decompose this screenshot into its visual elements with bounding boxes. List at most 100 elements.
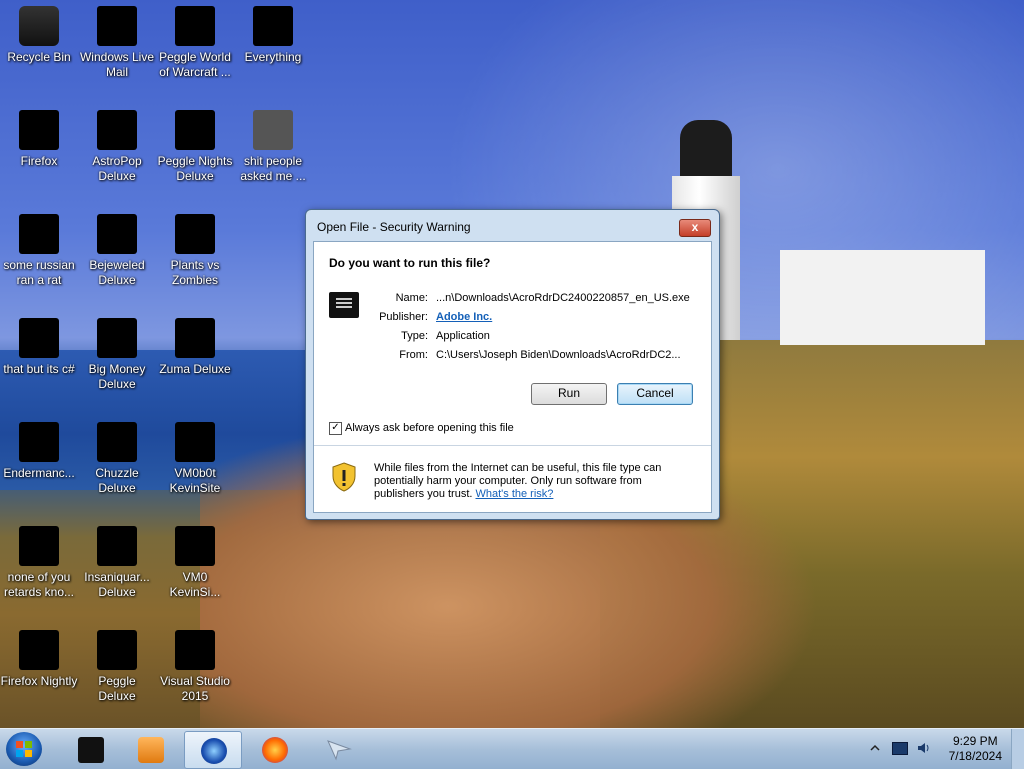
- paper-plane-icon: [327, 740, 352, 761]
- desktop-icon-peggle-deluxe[interactable]: Peggle Deluxe: [78, 624, 156, 704]
- lighthouse-lantern: [680, 120, 732, 180]
- game-icon: [97, 318, 137, 358]
- desktop-icon-label: Chuzzle Deluxe: [95, 466, 139, 495]
- always-ask-checkbox[interactable]: ✓: [329, 422, 342, 435]
- warning-message: While files from the Internet can be use…: [374, 462, 694, 501]
- desktop-icon-label: Recycle Bin: [7, 50, 71, 64]
- search-app-icon: [253, 6, 293, 46]
- desktop-icon-none-of-you[interactable]: none of you retards kno...: [0, 520, 78, 600]
- game-icon: [175, 318, 215, 358]
- desktop-icon-big-money[interactable]: Big Money Deluxe: [78, 312, 156, 392]
- name-label: Name:: [395, 292, 428, 304]
- mail-icon: [97, 6, 137, 46]
- desktop-icon-windows-live-mail[interactable]: Windows Live Mail: [78, 0, 156, 80]
- desktop-icon-label: Insaniquar... Deluxe: [84, 570, 150, 599]
- desktop-icon-firefox-nightly[interactable]: Firefox Nightly: [0, 624, 78, 689]
- desktop-icon-label: Windows Live Mail: [79, 50, 155, 79]
- dialog-body: Do you want to run this file? Name: ...n…: [313, 241, 712, 513]
- dialog-question: Do you want to run this file?: [329, 256, 491, 270]
- whats-the-risk-link[interactable]: What's the risk?: [476, 488, 554, 500]
- shield-warning-icon: [332, 462, 356, 492]
- desktop-icon-label: Peggle Nights Deluxe: [157, 154, 233, 183]
- game-icon: [97, 526, 137, 566]
- desktop-icon-label: VM0b0t KevinSite: [169, 466, 221, 495]
- dialog-separator: [314, 445, 711, 446]
- speaker-icon[interactable]: [916, 740, 932, 756]
- desktop-icon-that-but-c[interactable]: that but its c#: [0, 312, 78, 377]
- desktop-icon-label: Visual Studio 2015: [160, 674, 230, 703]
- peggle-icon: [175, 6, 215, 46]
- desktop-icon-label: Bejeweled Deluxe: [89, 258, 145, 287]
- publisher-link[interactable]: Adobe Inc.: [436, 311, 492, 323]
- taskbar-app-pointer[interactable]: [310, 731, 366, 767]
- desktop-icon-label: Peggle Deluxe: [98, 674, 136, 703]
- file-icon: [253, 110, 293, 150]
- show-desktop-button[interactable]: [1011, 729, 1024, 769]
- from-label: From:: [399, 349, 428, 361]
- clock-date: 7/18/2024: [948, 749, 1002, 763]
- close-button[interactable]: x: [679, 219, 711, 237]
- desktop-icon-label: Firefox: [20, 154, 58, 168]
- network-icon[interactable]: [892, 742, 908, 755]
- wallpaper-house: [780, 250, 985, 345]
- firefox-nightly-icon: [19, 630, 59, 670]
- desktop-icon-label: Endermanc...: [3, 466, 75, 480]
- terminal-icon: [78, 737, 104, 763]
- desktop-icon-vm0b0t[interactable]: VM0b0t KevinSite: [156, 416, 234, 496]
- desktop-icon-recycle-bin[interactable]: Recycle Bin: [0, 0, 78, 65]
- firefox-icon: [262, 737, 288, 763]
- security-warning-dialog: Open File - Security Warning x Do you wa…: [305, 209, 720, 520]
- taskbar: 9:29 PM 7/18/2024: [0, 728, 1024, 769]
- app-icon: [175, 422, 215, 462]
- run-button[interactable]: Run: [531, 383, 607, 405]
- desktop-icon-firefox[interactable]: Firefox: [0, 104, 78, 169]
- game-icon: [97, 422, 137, 462]
- desktop-icon-endermanc[interactable]: Endermanc...: [0, 416, 78, 481]
- desktop-icon-astropop[interactable]: AstroPop Deluxe: [78, 104, 156, 184]
- game-icon: [97, 214, 137, 254]
- app-icon: [19, 526, 59, 566]
- desktop-icon-peggle-wow[interactable]: Peggle World of Warcraft ...: [156, 0, 234, 80]
- desktop-icon-visual-studio[interactable]: Visual Studio 2015: [156, 624, 234, 704]
- taskbar-app-firefox[interactable]: [246, 731, 302, 767]
- app-icon: [19, 214, 59, 254]
- type-label: Type:: [401, 330, 428, 342]
- desktop-icon-chuzzle[interactable]: Chuzzle Deluxe: [78, 416, 156, 496]
- taskbar-app-media-player[interactable]: [122, 731, 178, 767]
- firefox-nightly-icon: [201, 738, 227, 764]
- desktop-icon-peggle-nights[interactable]: Peggle Nights Deluxe: [156, 104, 234, 184]
- desktop-icon-label: VM0 KevinSi...: [169, 570, 221, 599]
- game-icon: [175, 214, 215, 254]
- recycle-bin-icon: [19, 6, 59, 46]
- firefox-icon: [19, 110, 59, 150]
- desktop-icon-label: Peggle World of Warcraft ...: [159, 50, 231, 79]
- desktop-icon-label: Everything: [244, 50, 302, 64]
- desktop-icon-label: that but its c#: [3, 362, 75, 376]
- tray-chevron-up-icon[interactable]: [870, 743, 880, 753]
- close-icon: x: [691, 220, 699, 234]
- windows-logo-icon: [16, 741, 32, 757]
- desktop-icon-label: Big Money Deluxe: [88, 362, 146, 391]
- peggle-icon: [175, 110, 215, 150]
- desktop-icon-some-russian[interactable]: some russian ran a rat: [0, 208, 78, 288]
- peggle-icon: [97, 630, 137, 670]
- desktop-icon-shortcut[interactable]: shit people asked me ...: [234, 104, 312, 184]
- desktop-icon-insaniquarium[interactable]: Insaniquar... Deluxe: [78, 520, 156, 600]
- desktop-icon-everything[interactable]: Everything: [234, 0, 312, 65]
- publisher-label: Publisher:: [379, 311, 428, 323]
- system-clock[interactable]: 9:29 PM 7/18/2024: [949, 734, 1002, 764]
- app-icon: [175, 526, 215, 566]
- start-button[interactable]: [6, 732, 42, 766]
- desktop-icon-label: some russian ran a rat: [3, 258, 75, 287]
- always-ask-label: Always ask before opening this file: [345, 422, 514, 434]
- taskbar-app-terminal[interactable]: [62, 731, 118, 767]
- from-value: C:\Users\Joseph Biden\Downloads\AcroRdrD…: [436, 349, 681, 361]
- desktop-icon-bejeweled[interactable]: Bejeweled Deluxe: [78, 208, 156, 288]
- desktop-icon-plants-vs-zombies[interactable]: Plants vs Zombies: [156, 208, 234, 288]
- cancel-button[interactable]: Cancel: [617, 383, 693, 405]
- name-value: ...n\Downloads\AcroRdrDC2400220857_en_US…: [436, 292, 690, 304]
- desktop-icon-zuma[interactable]: Zuma Deluxe: [156, 312, 234, 377]
- taskbar-app-firefox-active[interactable]: [184, 731, 242, 769]
- desktop-icon-vm0-kevinsite[interactable]: VM0 KevinSi...: [156, 520, 234, 600]
- game-icon: [97, 110, 137, 150]
